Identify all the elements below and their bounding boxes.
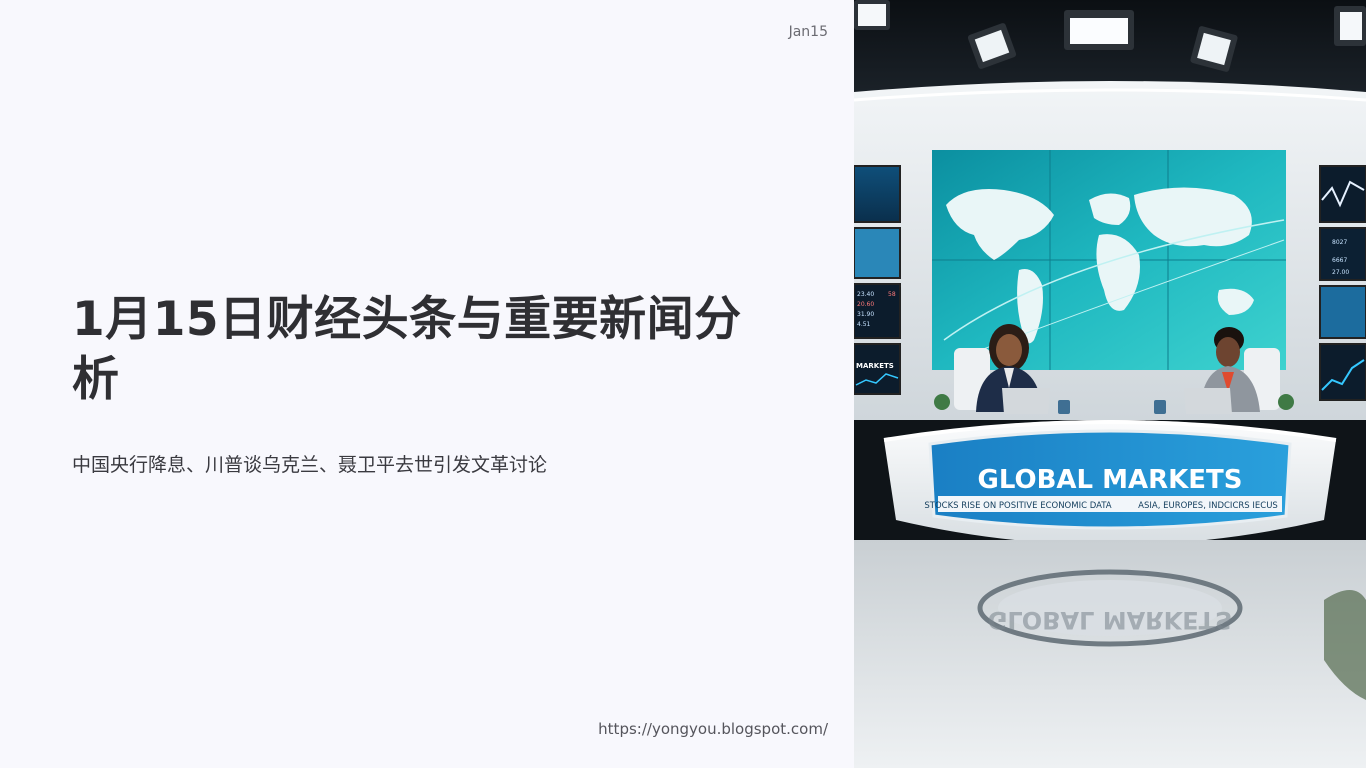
slide: Jan15 1月15日财经头条与重要新闻分析 中国央行降息、川普谈乌克兰、聂卫平… <box>0 0 1366 768</box>
svg-text:4.51: 4.51 <box>857 321 871 328</box>
news-studio-photo: 23.40 58 20.60 31.90 4.51 MARKETS 8027 6… <box>854 0 1366 768</box>
svg-text:8027: 8027 <box>1332 239 1347 246</box>
slide-title: 1月15日财经头条与重要新闻分析 <box>72 292 742 407</box>
svg-text:27.00: 27.00 <box>1332 269 1349 276</box>
svg-text:23.40: 23.40 <box>857 291 874 298</box>
ticker-left: STOCKS RISE ON POSITIVE ECONOMIC DATA <box>924 501 1111 511</box>
svg-text:6667: 6667 <box>1332 257 1347 264</box>
svg-text:31.90: 31.90 <box>857 311 874 318</box>
svg-text:20.60: 20.60 <box>857 301 874 308</box>
source-url: https://yongyou.blogspot.com/ <box>598 720 828 738</box>
svg-text:58: 58 <box>888 291 896 298</box>
slide-date: Jan15 <box>788 24 828 40</box>
slide-subtitle: 中国央行降息、川普谈乌克兰、聂卫平去世引发文革讨论 <box>72 454 548 476</box>
anchor-desk: GLOBAL MARKETS STOCKS RISE ON POSITIVE E… <box>883 420 1337 545</box>
text-panel: Jan15 1月15日财经头条与重要新闻分析 中国央行降息、川普谈乌克兰、聂卫平… <box>0 0 854 768</box>
studio-illustration: 23.40 58 20.60 31.90 4.51 MARKETS 8027 6… <box>854 0 1366 768</box>
desk-banner-title: GLOBAL MARKETS <box>977 465 1242 495</box>
side-monitor-label: MARKETS <box>856 362 894 370</box>
ticker-right: ASIA, EUROPES, INDCICRS IECUS <box>1138 501 1278 511</box>
floor-reflection: GLOBAL MARKETS <box>988 606 1233 634</box>
